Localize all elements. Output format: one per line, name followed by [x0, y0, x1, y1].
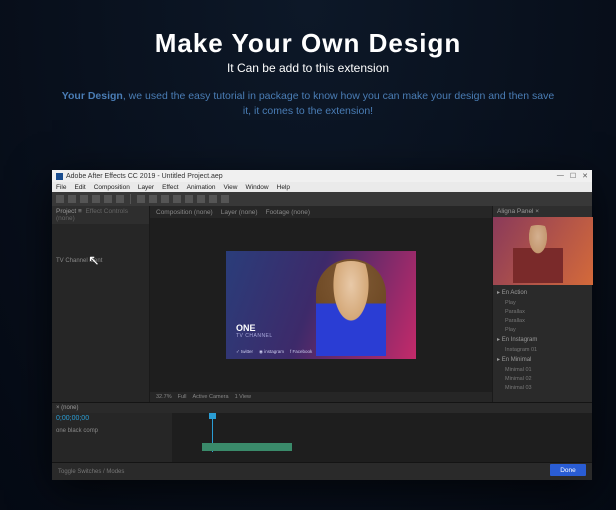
menu-window[interactable]: Window [246, 184, 269, 191]
asset-item[interactable]: Minimal 02 [497, 374, 588, 383]
hand-tool-icon[interactable] [80, 195, 88, 203]
shape-tool-icon[interactable] [137, 195, 145, 203]
window-title: Adobe After Effects CC 2019 - Untitled P… [66, 173, 223, 180]
pen-tool-icon[interactable] [149, 195, 157, 203]
stamp-tool-icon[interactable] [185, 195, 193, 203]
project-panel: Project ≡ Effect Controls (none) ↖ TV Ch… [52, 206, 150, 402]
menu-view[interactable]: View [224, 184, 238, 191]
text-tool-icon[interactable] [161, 195, 169, 203]
asset-group[interactable]: ▸ En Action [497, 287, 588, 298]
menu-file[interactable]: File [56, 184, 66, 191]
asset-item[interactable]: Parallax [497, 316, 588, 325]
menu-bar: File Edit Composition Layer Effect Anima… [52, 182, 592, 192]
camera-dropdown[interactable]: Active Camera [192, 394, 228, 400]
toolbar-separator [130, 194, 131, 204]
footage-tab[interactable]: Footage (none) [266, 209, 310, 216]
channel-subtext: TV CHANNEL [236, 333, 273, 339]
page-title: Make Your Own Design [60, 28, 556, 59]
done-button[interactable]: Done [550, 464, 586, 476]
timeline-footer: Toggle Switches / Modes -0 [52, 462, 592, 480]
app-icon [56, 173, 63, 180]
asset-item[interactable]: Instagram 01 [497, 345, 588, 354]
cursor-icon: ↖ [88, 252, 100, 269]
layer-bar[interactable] [202, 443, 292, 451]
menu-composition[interactable]: Composition [94, 184, 130, 191]
asset-item[interactable]: Parallax [497, 307, 588, 316]
puppet-tool-icon[interactable] [221, 195, 229, 203]
view-layout-dropdown[interactable]: 1 View [235, 394, 251, 400]
layer-tab[interactable]: Layer (none) [221, 209, 258, 216]
menu-layer[interactable]: Layer [138, 184, 154, 191]
menu-edit[interactable]: Edit [74, 184, 85, 191]
menu-help[interactable]: Help [277, 184, 290, 191]
viewer-controls: 32.7% Full Active Camera 1 View [150, 392, 492, 402]
presenter-graphic [316, 261, 386, 356]
zoom-dropdown[interactable]: 32.7% [156, 394, 172, 400]
camera-tool-icon[interactable] [116, 195, 124, 203]
brush-tool-icon[interactable] [173, 195, 181, 203]
roto-tool-icon[interactable] [209, 195, 217, 203]
asset-item[interactable]: Play [497, 325, 588, 334]
asset-list: ▸ En Action Play Parallax Parallax Play … [493, 285, 592, 402]
timeline-layer[interactable]: one black comp [56, 428, 168, 434]
composition-tab[interactable]: Composition (none) [156, 209, 213, 216]
asset-group[interactable]: ▸ En Instagram [497, 334, 588, 345]
menu-effect[interactable]: Effect [162, 184, 179, 191]
timeline-tracks[interactable] [172, 413, 592, 462]
social-row: ✓ twitter ◉ instagram f Facebook [236, 349, 312, 355]
close-icon[interactable]: ✕ [582, 172, 588, 180]
maximize-icon[interactable]: ☐ [570, 172, 576, 180]
asset-group[interactable]: ▸ En Minimal [497, 354, 588, 365]
selection-tool-icon[interactable] [68, 195, 76, 203]
toggle-switches-button[interactable]: Toggle Switches / Modes [58, 469, 124, 475]
preview-figure [513, 225, 563, 283]
timeline-panel: × (none) 0;00;00;00 one black comp Toggl… [52, 402, 592, 480]
asset-item[interactable]: Minimal 03 [497, 383, 588, 392]
timeline-tab[interactable]: × (none) [52, 403, 592, 413]
eraser-tool-icon[interactable] [197, 195, 205, 203]
extension-tab[interactable]: Aligna Panel × [493, 206, 592, 217]
resolution-dropdown[interactable]: Full [178, 394, 187, 400]
window-controls[interactable]: — ☐ ✕ [557, 172, 588, 180]
rotate-tool-icon[interactable] [104, 195, 112, 203]
after-effects-window: Adobe After Effects CC 2019 - Untitled P… [52, 170, 592, 480]
composition-viewer[interactable]: ONE TV CHANNEL ✓ twitter ◉ instagram f F… [150, 218, 492, 392]
menu-animation[interactable]: Animation [187, 184, 216, 191]
asset-preview [493, 217, 593, 285]
home-icon[interactable] [56, 195, 64, 203]
extension-panel: Aligna Panel × ▸ En Action Play Parallax… [492, 206, 592, 402]
project-item[interactable]: TV Channel ident [56, 258, 145, 264]
asset-item[interactable]: Minimal 01 [497, 365, 588, 374]
zoom-tool-icon[interactable] [92, 195, 100, 203]
minimize-icon[interactable]: — [557, 172, 564, 180]
channel-brand: ONE [236, 323, 273, 333]
asset-item[interactable]: Play [497, 298, 588, 307]
timecode[interactable]: 0;00;00;00 [56, 415, 168, 422]
project-tab[interactable]: Project ≡ Effect Controls (none) [52, 206, 149, 224]
toolbar [52, 192, 592, 206]
preview-canvas: ONE TV CHANNEL ✓ twitter ◉ instagram f F… [226, 251, 416, 359]
page-description: Your Design, we used the easy tutorial i… [60, 89, 556, 118]
composition-panel: Composition (none) Layer (none) Footage … [150, 206, 492, 402]
window-titlebar: Adobe After Effects CC 2019 - Untitled P… [52, 170, 592, 182]
page-subtitle: It Can be add to this extension [60, 61, 556, 75]
